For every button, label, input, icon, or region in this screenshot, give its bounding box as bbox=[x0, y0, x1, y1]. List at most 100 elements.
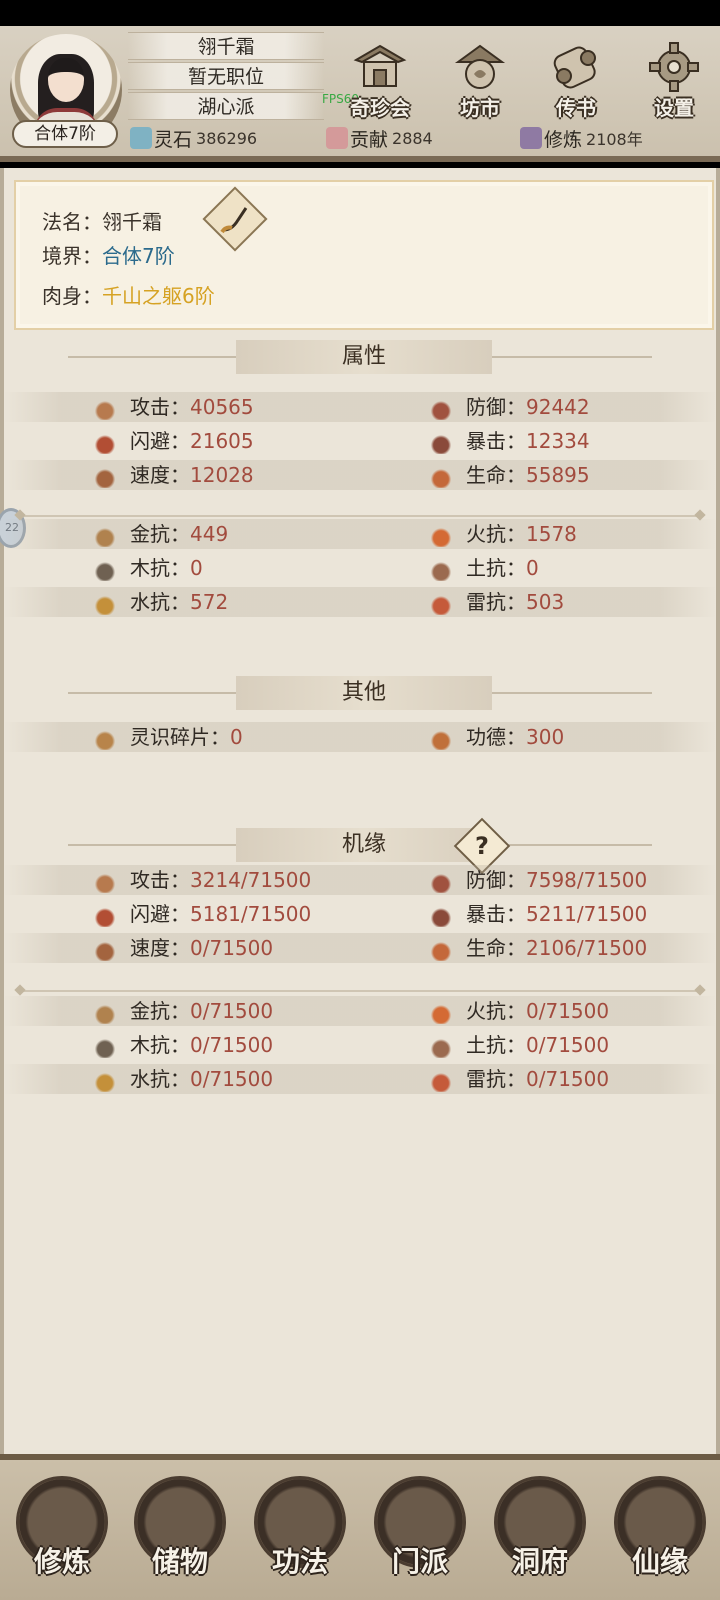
stat-label: 水抗： bbox=[130, 1067, 190, 1091]
stat-item: 暴击：5211/71500 bbox=[428, 899, 647, 929]
stat-value: 0 bbox=[526, 556, 539, 580]
stat-value: 0/71500 bbox=[190, 999, 274, 1023]
stat-item: 生命：2106/71500 bbox=[428, 933, 647, 963]
stat-value: 0/71500 bbox=[526, 1033, 610, 1057]
stat-label: 火抗： bbox=[466, 522, 526, 546]
speed-icon bbox=[92, 938, 118, 961]
stat-value: 5211/71500 bbox=[526, 902, 648, 926]
stat-row: 木抗：0/71500 土抗：0/71500 bbox=[4, 1030, 716, 1060]
stat-row: 水抗：572 雷抗：503 bbox=[4, 587, 716, 617]
realm-label: 境界： bbox=[42, 244, 102, 268]
water-resist-icon bbox=[92, 1069, 118, 1092]
resource-value: 2884 bbox=[392, 128, 433, 148]
nav-market[interactable]: 坊市 bbox=[440, 40, 520, 130]
stat-value: 449 bbox=[190, 522, 229, 546]
stat-value: 1578 bbox=[526, 522, 577, 546]
resource-contribution[interactable]: 贡献 2884 bbox=[326, 124, 433, 152]
stat-value: 0/71500 bbox=[190, 936, 274, 960]
nav-label: 传书 bbox=[556, 96, 596, 120]
stat-label: 防御： bbox=[466, 395, 526, 419]
stat-row: 攻击：3214/71500 防御：7598/71500 bbox=[4, 865, 716, 895]
bottom-navigation: 修炼 储物 功法 门派 洞府 仙缘 bbox=[0, 1454, 720, 1600]
stat-label: 功德： bbox=[466, 725, 526, 749]
merit-icon bbox=[428, 727, 454, 750]
attack-icon bbox=[92, 870, 118, 893]
stat-label: 闪避： bbox=[130, 429, 190, 453]
stat-row: 水抗：0/71500 雷抗：0/71500 bbox=[4, 1064, 716, 1094]
stat-item: 防御：92442 bbox=[428, 392, 590, 422]
stat-row: 闪避：21605 暴击：12334 bbox=[4, 426, 716, 456]
tab-cultivate[interactable]: 修炼 bbox=[10, 1476, 114, 1596]
spirit-fragment-icon bbox=[92, 727, 118, 750]
resource-value: 386296 bbox=[196, 128, 258, 148]
resource-spirit-stone[interactable]: 灵石 386296 bbox=[130, 124, 257, 152]
stat-value: 7598/71500 bbox=[526, 868, 648, 892]
top-header: 合体7阶 翎千霜 暂无职位 湖心派 FPS60 奇珍会 坊市 传书 设置 灵石 … bbox=[0, 26, 720, 162]
stat-value: 0/71500 bbox=[190, 1033, 274, 1057]
nav-settings[interactable]: 设置 bbox=[634, 40, 714, 130]
stat-label: 速度： bbox=[130, 936, 190, 960]
tab-techniques[interactable]: 功法 bbox=[248, 1476, 352, 1596]
tab-label: 功法 bbox=[271, 1545, 328, 1578]
stat-value: 12334 bbox=[526, 429, 590, 453]
stat-item: 金抗：0/71500 bbox=[92, 996, 273, 1026]
stat-item: 木抗：0 bbox=[92, 553, 203, 583]
realm-value: 合体7阶 bbox=[102, 244, 175, 268]
nav-treasure-auction[interactable]: 奇珍会 bbox=[340, 40, 420, 130]
stat-label: 水抗： bbox=[130, 590, 190, 614]
stat-label: 攻击： bbox=[130, 868, 190, 892]
stat-item: 水抗：0/71500 bbox=[92, 1064, 273, 1094]
section-divider bbox=[22, 515, 698, 517]
stat-item: 闪避：5181/71500 bbox=[92, 899, 311, 929]
nav-letters[interactable]: 传书 bbox=[536, 40, 616, 130]
stat-item: 木抗：0/71500 bbox=[92, 1030, 273, 1060]
defense-icon bbox=[428, 870, 454, 893]
metal-resist-icon bbox=[92, 524, 118, 547]
tab-storage[interactable]: 储物 bbox=[128, 1476, 232, 1596]
realm-line: 境界：合体7阶 bbox=[42, 240, 175, 269]
stat-label: 木抗： bbox=[130, 556, 190, 580]
tab-cave[interactable]: 洞府 bbox=[488, 1476, 592, 1596]
stat-value: 21605 bbox=[190, 429, 254, 453]
stat-value: 0 bbox=[230, 725, 243, 749]
stat-value: 40565 bbox=[190, 395, 254, 419]
stat-label: 生命： bbox=[466, 463, 526, 487]
stat-label: 土抗： bbox=[466, 1033, 526, 1057]
tab-sect[interactable]: 门派 bbox=[368, 1476, 472, 1596]
tab-label: 门派 bbox=[391, 1545, 448, 1578]
resource-cultivation[interactable]: 修炼 2108年 bbox=[520, 124, 643, 152]
stat-row: 闪避：5181/71500 暴击：5211/71500 bbox=[4, 899, 716, 929]
body-value: 千山之躯6阶 bbox=[102, 284, 215, 308]
stat-item: 土抗：0/71500 bbox=[428, 1030, 609, 1060]
stat-item: 攻击：3214/71500 bbox=[92, 865, 311, 895]
stat-item: 功德：300 bbox=[428, 722, 564, 752]
resource-label: 灵石 bbox=[154, 128, 193, 151]
stat-label: 火抗： bbox=[466, 999, 526, 1023]
tab-label: 洞府 bbox=[511, 1545, 568, 1578]
thunder-resist-icon bbox=[428, 1069, 454, 1092]
brush-icon bbox=[220, 207, 248, 234]
attack-icon bbox=[92, 397, 118, 420]
stat-item: 金抗：449 bbox=[92, 519, 228, 549]
stat-item: 生命：55895 bbox=[428, 460, 590, 490]
dodge-icon bbox=[92, 431, 118, 454]
dharma-name-label: 法名： bbox=[42, 210, 102, 234]
tab-label: 仙缘 bbox=[631, 1545, 688, 1578]
tab-immortal-fate[interactable]: 仙缘 bbox=[608, 1476, 712, 1596]
dodge-icon bbox=[92, 904, 118, 927]
stat-row: 木抗：0 土抗：0 bbox=[4, 553, 716, 583]
life-icon bbox=[428, 465, 454, 488]
stat-label: 暴击： bbox=[466, 902, 526, 926]
stat-label: 木抗： bbox=[130, 1033, 190, 1057]
pavilion-icon bbox=[353, 44, 407, 87]
spirit-stone-icon bbox=[130, 127, 152, 149]
player-sect: 湖心派 bbox=[128, 92, 324, 120]
stat-label: 速度： bbox=[130, 463, 190, 487]
resource-label: 修炼 bbox=[544, 128, 583, 151]
market-icon bbox=[454, 44, 506, 89]
stat-value: 0 bbox=[190, 556, 203, 580]
stat-label: 暴击： bbox=[466, 429, 526, 453]
body-label: 肉身： bbox=[42, 284, 102, 308]
stat-row: 金抗：449 火抗：1578 bbox=[4, 519, 716, 549]
stat-item: 防御：7598/71500 bbox=[428, 865, 647, 895]
